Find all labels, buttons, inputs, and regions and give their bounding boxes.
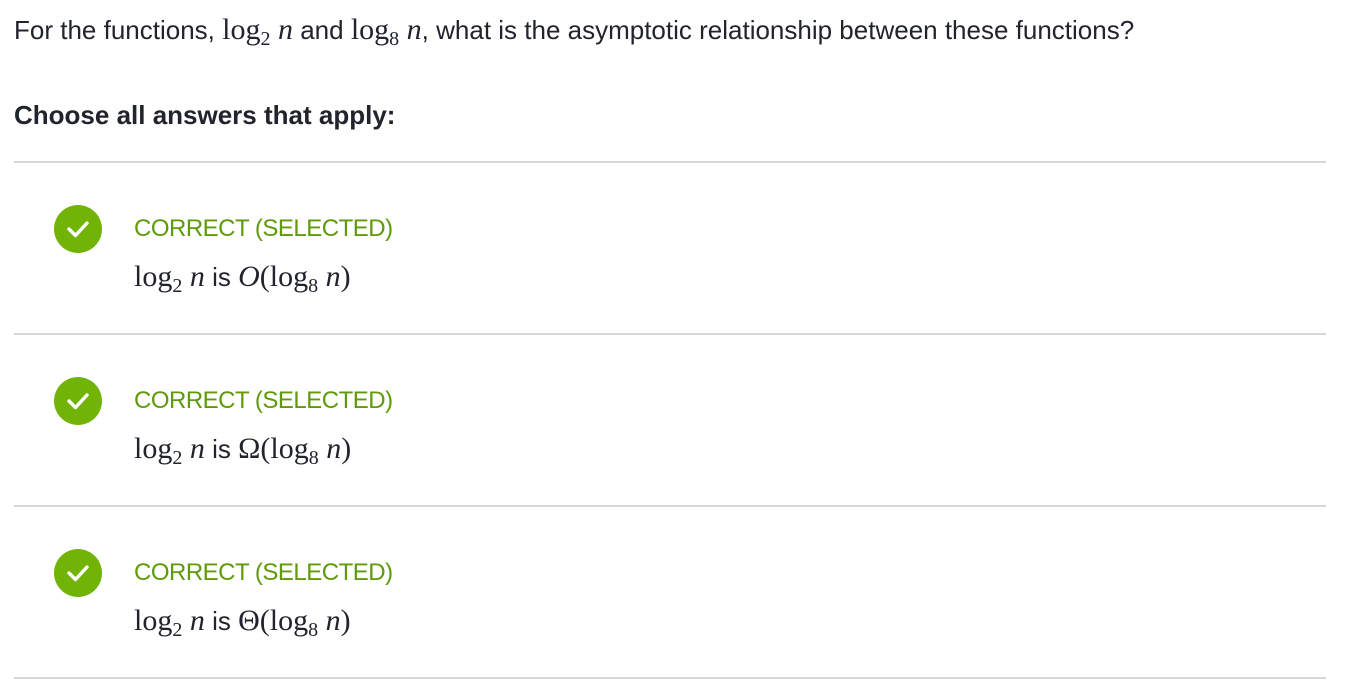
log-label: log [350,13,390,46]
asymptotic-notation: Ω [238,432,261,465]
divider [14,677,1326,679]
log-base: 8 [308,447,319,469]
variable-n: n [326,432,342,465]
log-label: log [134,260,173,293]
log-label: log [269,604,309,637]
status-label: CORRECT (SELECTED) [134,387,393,414]
question-suffix: , what is the asymptotic relationship be… [421,15,1135,45]
log-label: log [134,432,173,465]
status-label: CORRECT (SELECTED) [134,215,393,242]
paren-open: ( [259,260,270,293]
paren-close: ) [340,604,351,637]
status-label: CORRECT (SELECTED) [134,559,393,586]
is-word: is [212,434,231,464]
answer-expression: log2 n is Θ(log8 n) [134,601,351,641]
variable-n: n [325,604,341,637]
variable-n: n [325,260,341,293]
variable-n: n [406,13,422,46]
answer-expression: log2 n is Ω(log8 n) [134,429,351,469]
check-circle-icon [54,377,102,425]
log-label: log [134,604,173,637]
answer-choice-big-theta[interactable]: CORRECT (SELECTED) log2 n is Θ(log8 n) [14,507,1326,677]
paren-open: ( [260,432,271,465]
variable-n: n [189,604,205,637]
log-base: 8 [389,28,400,50]
answer-choice-big-omega[interactable]: CORRECT (SELECTED) log2 n is Ω(log8 n) [14,335,1326,505]
function-log8n: log8 n [350,13,422,49]
log-base: 2 [260,28,271,50]
function-log2n: log2 n [222,13,293,49]
asymptotic-notation: O [238,260,260,293]
is-word: is [212,606,231,636]
asymptotic-notation: Θ [238,604,260,637]
answer-expression: log2 n is O(log8 n) [134,257,351,297]
conjunction-and: and [300,15,344,45]
log-label: log [222,13,261,46]
variable-n: n [189,432,205,465]
question-prefix: For the functions, [14,15,215,45]
log-label: log [270,432,309,465]
paren-close: ) [340,260,351,293]
variable-n: n [189,260,205,293]
log-label: log [269,260,309,293]
log-base: 2 [172,619,183,641]
check-circle-icon [54,549,102,597]
log-base: 8 [308,275,319,297]
question-text: For the functions, log2 n and log8 n, wh… [14,12,1135,49]
answer-choice-big-o[interactable]: CORRECT (SELECTED) log2 n is O(log8 n) [14,163,1326,333]
log-base: 2 [172,275,183,297]
instruction-text: Choose all answers that apply: [14,100,396,130]
is-word: is [212,262,231,292]
log-base: 8 [308,619,319,641]
paren-open: ( [259,604,270,637]
log-base: 2 [172,447,183,469]
variable-n: n [277,13,293,46]
paren-close: ) [341,432,352,465]
check-circle-icon [54,205,102,253]
